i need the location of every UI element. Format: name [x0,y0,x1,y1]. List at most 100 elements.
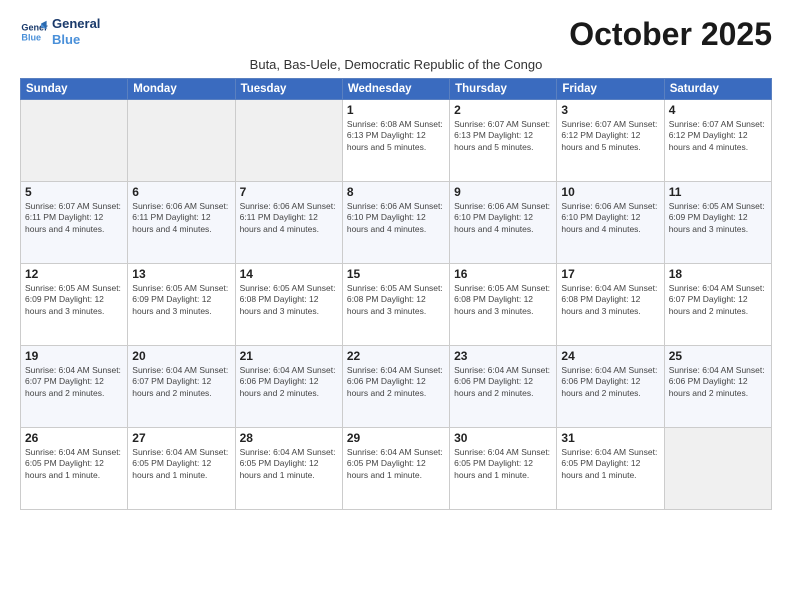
day-info: Sunrise: 6:04 AM Sunset: 6:06 PM Dayligh… [561,365,659,399]
day-number: 31 [561,431,659,445]
col-saturday: Saturday [664,79,771,100]
calendar-header-row: Sunday Monday Tuesday Wednesday Thursday… [21,79,772,100]
day-info: Sunrise: 6:05 AM Sunset: 6:08 PM Dayligh… [347,283,445,317]
day-number: 19 [25,349,123,363]
day-number: 27 [132,431,230,445]
table-row: 25 Sunrise: 6:04 AM Sunset: 6:06 PM Dayli… [664,346,771,428]
day-info: Sunrise: 6:04 AM Sunset: 6:07 PM Dayligh… [25,365,123,399]
table-row: 23Sunrise: 6:04 AM Sunset: 6:06 PM Dayli… [450,346,557,428]
day-number: 18 [669,267,767,281]
calendar-week-row: 19 Sunrise: 6:04 AM Sunset: 6:07 PM Dayli… [21,346,772,428]
table-row: 11Sunrise: 6:05 AM Sunset: 6:09 PM Dayli… [664,182,771,264]
calendar-week-row: 26 Sunrise: 6:04 AM Sunset: 6:05 PM Dayli… [21,428,772,510]
day-number: 4 [669,103,767,117]
table-row: 17 Sunrise: 6:04 AM Sunset: 6:08 PM Dayli… [557,264,664,346]
calendar-week-row: 5Sunrise: 6:07 AM Sunset: 6:11 PM Daylig… [21,182,772,264]
table-row: 5Sunrise: 6:07 AM Sunset: 6:11 PM Daylig… [21,182,128,264]
day-number: 6 [132,185,230,199]
day-info: Sunrise: 6:05 AM Sunset: 6:08 PM Dayligh… [454,283,552,317]
table-row: 26 Sunrise: 6:04 AM Sunset: 6:05 PM Dayli… [21,428,128,510]
day-number: 1 [347,103,445,117]
day-info: Sunrise: 6:06 AM Sunset: 6:10 PM Dayligh… [454,201,552,235]
day-info: Sunrise: 6:04 AM Sunset: 6:07 PM Dayligh… [132,365,230,399]
header: General Blue General Blue October 2025 [20,16,772,53]
table-row [235,100,342,182]
table-row: 24 Sunrise: 6:04 AM Sunset: 6:06 PM Dayli… [557,346,664,428]
table-row [128,100,235,182]
col-wednesday: Wednesday [342,79,449,100]
calendar-week-row: 1 Sunrise: 6:08 AM Sunset: 6:13 PM Daylig… [21,100,772,182]
day-info: Sunrise: 6:04 AM Sunset: 6:08 PM Dayligh… [561,283,659,317]
table-row: 20Sunrise: 6:04 AM Sunset: 6:07 PM Dayli… [128,346,235,428]
day-number: 10 [561,185,659,199]
table-row [21,100,128,182]
day-info: Sunrise: 6:04 AM Sunset: 6:06 PM Dayligh… [669,365,767,399]
table-row: 16Sunrise: 6:05 AM Sunset: 6:08 PM Dayli… [450,264,557,346]
day-number: 2 [454,103,552,117]
table-row: 2Sunrise: 6:07 AM Sunset: 6:13 PM Daylig… [450,100,557,182]
calendar-week-row: 12Sunrise: 6:05 AM Sunset: 6:09 PM Dayli… [21,264,772,346]
table-row: 1 Sunrise: 6:08 AM Sunset: 6:13 PM Daylig… [342,100,449,182]
col-sunday: Sunday [21,79,128,100]
day-number: 28 [240,431,338,445]
day-number: 25 [669,349,767,363]
day-info: Sunrise: 6:04 AM Sunset: 6:05 PM Dayligh… [454,447,552,481]
table-row: 9 Sunrise: 6:06 AM Sunset: 6:10 PM Daylig… [450,182,557,264]
day-number: 26 [25,431,123,445]
month-title: October 2025 [569,16,772,53]
day-info: Sunrise: 6:05 AM Sunset: 6:09 PM Dayligh… [25,283,123,317]
day-number: 3 [561,103,659,117]
day-info: Sunrise: 6:06 AM Sunset: 6:10 PM Dayligh… [347,201,445,235]
col-friday: Friday [557,79,664,100]
day-info: Sunrise: 6:08 AM Sunset: 6:13 PM Dayligh… [347,119,445,153]
logo-text-blue: Blue [52,32,100,48]
day-number: 22 [347,349,445,363]
day-number: 8 [347,185,445,199]
day-info: Sunrise: 6:07 AM Sunset: 6:12 PM Dayligh… [561,119,659,153]
table-row: 6 Sunrise: 6:06 AM Sunset: 6:11 PM Daylig… [128,182,235,264]
table-row: 29Sunrise: 6:04 AM Sunset: 6:05 PM Dayli… [342,428,449,510]
table-row: 3 Sunrise: 6:07 AM Sunset: 6:12 PM Daylig… [557,100,664,182]
svg-text:Blue: Blue [21,32,41,42]
day-info: Sunrise: 6:04 AM Sunset: 6:06 PM Dayligh… [454,365,552,399]
day-info: Sunrise: 6:05 AM Sunset: 6:09 PM Dayligh… [669,201,767,235]
day-number: 5 [25,185,123,199]
logo-text-general: General [52,16,100,32]
day-number: 15 [347,267,445,281]
day-number: 24 [561,349,659,363]
table-row: 21Sunrise: 6:04 AM Sunset: 6:06 PM Dayli… [235,346,342,428]
day-number: 29 [347,431,445,445]
table-row: 28 Sunrise: 6:04 AM Sunset: 6:05 PM Dayli… [235,428,342,510]
day-info: Sunrise: 6:04 AM Sunset: 6:05 PM Dayligh… [240,447,338,481]
table-row: 7Sunrise: 6:06 AM Sunset: 6:11 PM Daylig… [235,182,342,264]
table-row: 18 Sunrise: 6:04 AM Sunset: 6:07 PM Dayli… [664,264,771,346]
table-row: 13 Sunrise: 6:05 AM Sunset: 6:09 PM Dayli… [128,264,235,346]
col-thursday: Thursday [450,79,557,100]
day-info: Sunrise: 6:04 AM Sunset: 6:05 PM Dayligh… [561,447,659,481]
day-info: Sunrise: 6:06 AM Sunset: 6:11 PM Dayligh… [132,201,230,235]
day-info: Sunrise: 6:04 AM Sunset: 6:06 PM Dayligh… [240,365,338,399]
day-info: Sunrise: 6:04 AM Sunset: 6:05 PM Dayligh… [132,447,230,481]
table-row: 30 Sunrise: 6:04 AM Sunset: 6:05 PM Dayli… [450,428,557,510]
logo: General Blue General Blue [20,16,100,47]
subtitle: Buta, Bas-Uele, Democratic Republic of t… [20,57,772,72]
table-row: 8 Sunrise: 6:06 AM Sunset: 6:10 PM Daylig… [342,182,449,264]
col-tuesday: Tuesday [235,79,342,100]
day-number: 17 [561,267,659,281]
table-row: 10Sunrise: 6:06 AM Sunset: 6:10 PM Dayli… [557,182,664,264]
day-info: Sunrise: 6:07 AM Sunset: 6:12 PM Dayligh… [669,119,767,153]
logo-icon: General Blue [20,18,48,46]
day-info: Sunrise: 6:04 AM Sunset: 6:06 PM Dayligh… [347,365,445,399]
table-row: 31 Sunrise: 6:04 AM Sunset: 6:05 PM Dayli… [557,428,664,510]
col-monday: Monday [128,79,235,100]
day-number: 13 [132,267,230,281]
table-row: 15 Sunrise: 6:05 AM Sunset: 6:08 PM Dayli… [342,264,449,346]
calendar-table: Sunday Monday Tuesday Wednesday Thursday… [20,78,772,510]
day-info: Sunrise: 6:04 AM Sunset: 6:07 PM Dayligh… [669,283,767,317]
day-info: Sunrise: 6:05 AM Sunset: 6:09 PM Dayligh… [132,283,230,317]
table-row: 4 Sunrise: 6:07 AM Sunset: 6:12 PM Daylig… [664,100,771,182]
day-info: Sunrise: 6:04 AM Sunset: 6:05 PM Dayligh… [25,447,123,481]
table-row: 14Sunrise: 6:05 AM Sunset: 6:08 PM Dayli… [235,264,342,346]
day-number: 30 [454,431,552,445]
day-number: 9 [454,185,552,199]
